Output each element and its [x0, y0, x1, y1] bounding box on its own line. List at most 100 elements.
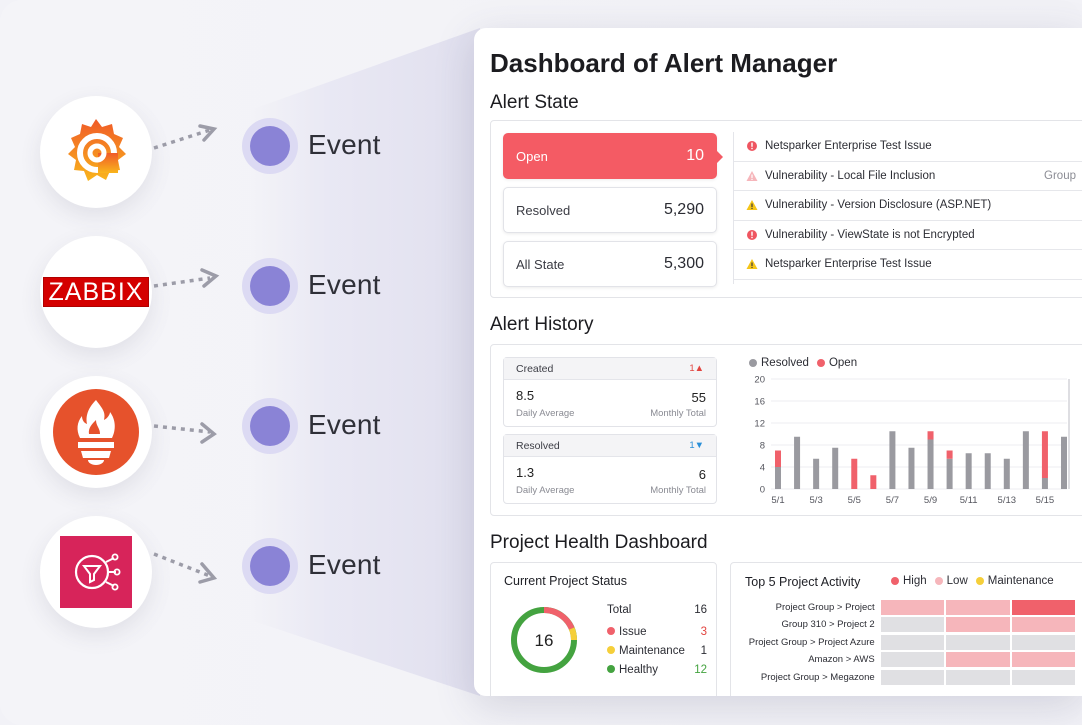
x-tick-label: 5/11 — [960, 495, 978, 506]
monthly-total-value: 6 — [698, 467, 706, 482]
bar-resolved[interactable] — [889, 431, 896, 489]
x-tick-label: 5/1 — [771, 495, 784, 506]
bar-resolved[interactable] — [946, 458, 953, 489]
alert-item[interactable]: Vulnerability - ViewState is not Encrypt… — [734, 221, 1082, 250]
legend-label-resolved: Resolved — [761, 357, 809, 369]
alert-text: Netsparker Enterprise Test Issue — [765, 140, 932, 153]
alert-state-title: Alert State — [490, 92, 579, 113]
bar-resolved[interactable] — [1022, 431, 1029, 489]
event-label: Event — [308, 129, 381, 160]
warning-light-icon — [746, 170, 758, 181]
bar-resolved[interactable] — [1041, 478, 1048, 489]
legend-dot-maintenance — [975, 577, 984, 585]
arrow-icon — [153, 552, 218, 584]
activity-cell — [880, 634, 945, 650]
y-tick-label: 8 — [760, 441, 765, 452]
bar-resolved[interactable] — [813, 458, 820, 489]
stat-label: Created — [516, 362, 554, 375]
top5-legend: High Low Maintenance — [891, 575, 1054, 587]
activity-cell — [946, 669, 1010, 685]
alert-item[interactable]: Vulnerability - Local File Inclusion Gro… — [734, 162, 1082, 191]
bar-resolved[interactable] — [775, 467, 781, 489]
activity-cell — [946, 652, 1010, 667]
event-label: Event — [308, 409, 381, 440]
status-value: 1 — [700, 645, 707, 657]
source-zabbix: ZABBIX Event — [40, 236, 400, 348]
event-node — [242, 258, 298, 314]
bar-open[interactable] — [851, 458, 858, 489]
daily-average-label: Daily Average — [516, 485, 575, 496]
bar-resolved[interactable] — [832, 447, 839, 489]
zabbix-logo: ZABBIX — [40, 236, 152, 348]
bar-open[interactable] — [775, 450, 781, 468]
daily-average-value: 1.3 — [516, 465, 535, 480]
arrow-icon — [153, 268, 220, 288]
state-count: 5,300 — [663, 255, 704, 272]
x-tick-label: 5/7 — [886, 495, 899, 506]
bar-resolved[interactable] — [965, 453, 972, 489]
x-tick-label: 5/5 — [848, 495, 861, 506]
event-node — [242, 118, 298, 174]
activity-row[interactable]: Group 310 > Project 2 — [731, 617, 1077, 633]
activity-cell — [1011, 669, 1075, 685]
activity-cell — [946, 634, 1010, 650]
state-open-button[interactable]: Open 10 — [503, 133, 723, 179]
x-tick-label: 5/3 — [810, 495, 823, 506]
healthy-dot — [607, 665, 615, 673]
bar-open[interactable] — [927, 431, 934, 440]
source-grafana: Event — [40, 96, 400, 208]
bar-open[interactable] — [946, 450, 953, 459]
status-total-row: Total 16 — [607, 604, 707, 616]
status-value: 16 — [694, 604, 707, 616]
alert-item[interactable]: Netsparker Enterprise Test Issue — [734, 250, 1082, 280]
activity-row-label: Project Group > Project Azure — [748, 636, 875, 648]
activity-cell — [1011, 599, 1075, 615]
issue-dot — [607, 627, 615, 635]
status-label: Total — [607, 604, 632, 616]
activity-row[interactable]: Project Group > Project — [731, 599, 1077, 615]
activity-cell — [1011, 634, 1075, 650]
alert-item[interactable]: Vulnerability - Version Disclosure (ASP.… — [734, 191, 1082, 221]
resolved-stat-box: Resolved 1▼ 1.3 6 Daily Average Monthly … — [503, 434, 717, 504]
bar-open[interactable] — [870, 475, 877, 489]
bar-resolved[interactable] — [984, 453, 991, 489]
activity-cell — [946, 617, 1010, 632]
current-status-card: Current Project Status 16 Total 16 Issue… — [490, 562, 717, 696]
bar-resolved[interactable] — [794, 436, 801, 489]
alert-item[interactable]: Netsparker Enterprise Test Issue — [734, 132, 1082, 162]
status-value: 12 — [694, 664, 707, 676]
trend-up-indicator: 1▲ — [689, 363, 704, 374]
alert-text: Vulnerability - Version Disclosure (ASP.… — [765, 199, 992, 212]
bar-resolved[interactable] — [908, 447, 915, 489]
bar-resolved[interactable] — [1003, 458, 1010, 489]
bar-resolved[interactable] — [1061, 436, 1067, 489]
status-healthy-row: Healthy 12 — [607, 664, 707, 676]
activity-cell — [1011, 652, 1075, 667]
event-node — [242, 538, 298, 594]
donut-center-value: 16 — [535, 631, 554, 650]
legend-label-open: Open — [828, 357, 858, 369]
monthly-total-label: Monthly Total — [650, 408, 706, 419]
chart-legend: Resolved Open — [749, 357, 857, 369]
activity-row[interactable]: Project Group > Megazone — [731, 669, 1077, 685]
aws-sns-logo — [40, 516, 152, 628]
legend-label: High — [903, 575, 927, 587]
activity-row-label: Amazon > AWS — [808, 654, 875, 665]
activity-row-label: Project Group > Project — [775, 601, 875, 613]
bar-open[interactable] — [1041, 431, 1048, 478]
y-tick-label: 20 — [754, 375, 765, 386]
status-issue-row: Issue 3 — [607, 626, 707, 638]
daily-average-label: Daily Average — [516, 408, 575, 419]
state-resolved-button[interactable]: Resolved 5,290 — [503, 187, 717, 233]
activity-cell — [880, 599, 945, 615]
bar-resolved[interactable] — [927, 439, 934, 490]
activity-row[interactable]: Amazon > AWS — [731, 652, 1077, 668]
state-all-button[interactable]: All State 5,300 — [503, 241, 717, 287]
activity-row[interactable]: Project Group > Project Azure — [731, 634, 1077, 650]
event-label: Event — [308, 549, 381, 580]
legend-dot-resolved — [749, 359, 757, 367]
x-tick-label: 5/9 — [924, 495, 937, 506]
y-tick-label: 12 — [754, 419, 765, 430]
alert-group-label: Group — [1044, 169, 1076, 182]
state-count: 5,290 — [663, 201, 704, 218]
